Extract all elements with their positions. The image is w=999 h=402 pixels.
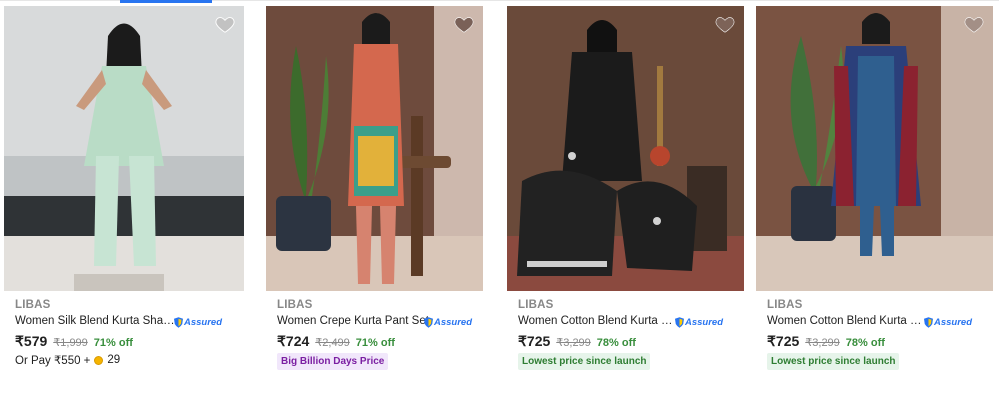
assured-badge: Assured xyxy=(675,315,723,329)
original-price: ₹1,999 xyxy=(53,337,88,349)
assured-badge: Assured xyxy=(924,315,972,329)
selling-price: ₹725 xyxy=(518,333,551,349)
flipkart-assured-shield-icon xyxy=(675,316,684,328)
product-image-4[interactable] xyxy=(756,6,993,291)
flipkart-assured-shield-icon xyxy=(174,316,183,328)
assured-label: Assured xyxy=(183,316,222,328)
assured-label: Assured xyxy=(933,316,972,328)
assured-badge: Assured xyxy=(174,315,222,329)
wishlist-heart-icon[interactable] xyxy=(453,13,475,35)
product-image-3[interactable] xyxy=(507,6,744,291)
supercoin-icon xyxy=(94,355,104,365)
product-title[interactable]: Women Silk Blend Kurta Sharara ... xyxy=(15,315,175,327)
assured-label: Assured xyxy=(433,316,472,328)
product-card-4[interactable]: LIBAS Women Cotton Blend Kurta Pant ... … xyxy=(756,6,996,396)
wishlist-heart-icon[interactable] xyxy=(214,13,236,35)
discount-percent: 78% off xyxy=(596,337,636,349)
product-brand: LIBAS xyxy=(767,299,803,311)
lowest-price-badge: Lowest price since launch xyxy=(518,353,651,370)
price-row: ₹724 ₹2,499 71% off xyxy=(277,333,395,350)
original-price: ₹3,299 xyxy=(556,337,591,349)
product-title[interactable]: Women Crepe Kurta Pant Set xyxy=(277,315,437,327)
wishlist-heart-icon[interactable] xyxy=(714,13,736,35)
flipkart-assured-shield-icon xyxy=(924,316,933,328)
price-row: ₹579 ₹1,999 71% off xyxy=(15,333,133,350)
flipkart-assured-shield-icon xyxy=(424,316,433,328)
discount-percent: 78% off xyxy=(845,337,885,349)
pay-amount-text: Or Pay ₹550 + xyxy=(15,355,91,367)
selling-price: ₹579 xyxy=(15,333,48,349)
product-image-1[interactable] xyxy=(4,6,244,291)
big-billion-days-badge: Big Billion Days Price xyxy=(277,353,389,370)
product-brand: LIBAS xyxy=(518,299,554,311)
assured-badge: Assured xyxy=(424,315,472,329)
product-title[interactable]: Women Cotton Blend Kurta Pant ... xyxy=(767,315,927,327)
product-image-2[interactable] xyxy=(266,6,483,291)
price-row: ₹725 ₹3,299 78% off xyxy=(518,333,636,350)
selling-price: ₹725 xyxy=(767,333,800,349)
supercoin-pay-row: Or Pay ₹550 + 29 xyxy=(15,353,120,367)
product-card-1[interactable]: LIBAS Women Silk Blend Kurta Sharara ...… xyxy=(4,6,244,396)
product-title[interactable]: Women Cotton Blend Kurta Salw... xyxy=(518,315,678,327)
discount-percent: 71% off xyxy=(93,337,133,349)
lowest-price-badge: Lowest price since launch xyxy=(767,353,900,370)
product-brand: LIBAS xyxy=(277,299,313,311)
selling-price: ₹724 xyxy=(277,333,310,349)
active-tab-indicator xyxy=(120,0,212,3)
product-brand: LIBAS xyxy=(15,299,51,311)
product-card-2[interactable]: LIBAS Women Crepe Kurta Pant Set Assured… xyxy=(266,6,506,396)
original-price: ₹2,499 xyxy=(315,337,350,349)
coin-count: 29 xyxy=(107,354,121,366)
price-row: ₹725 ₹3,299 78% off xyxy=(767,333,885,350)
original-price: ₹3,299 xyxy=(805,337,840,349)
discount-percent: 71% off xyxy=(355,337,395,349)
wishlist-heart-icon[interactable] xyxy=(963,13,985,35)
product-card-3[interactable]: LIBAS Women Cotton Blend Kurta Salw... A… xyxy=(507,6,747,396)
assured-label: Assured xyxy=(684,316,723,328)
